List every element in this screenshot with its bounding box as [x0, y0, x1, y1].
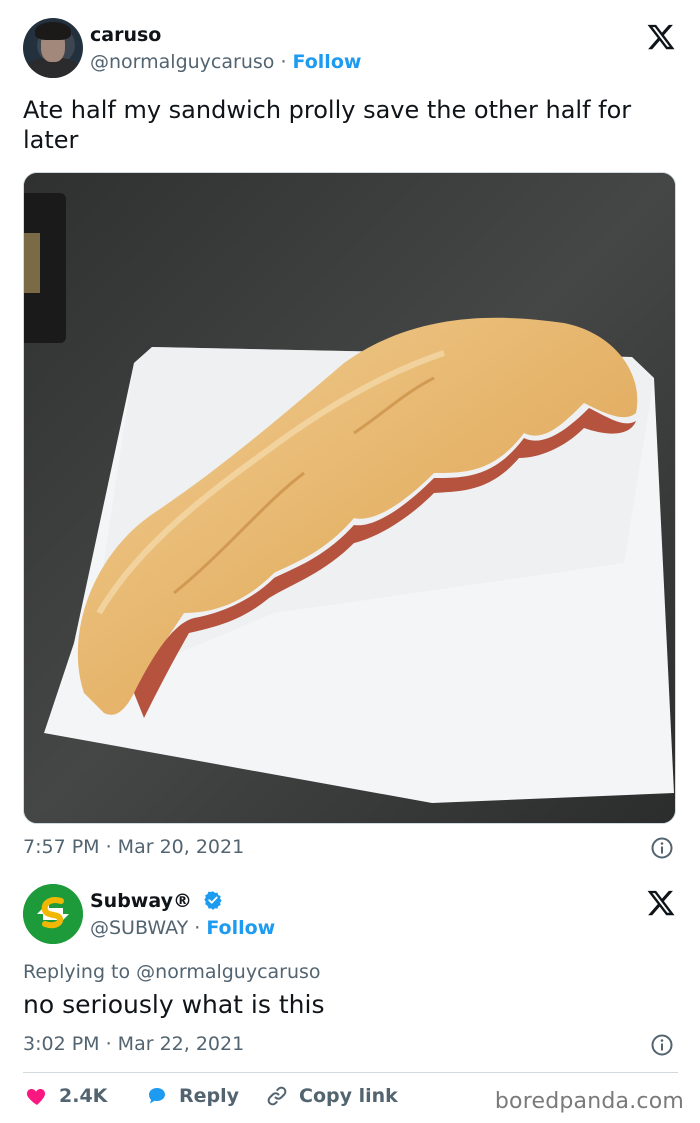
- replying-to-prefix: Replying to: [23, 961, 131, 983]
- separator-dot: ·: [280, 51, 287, 73]
- follow-button[interactable]: Follow: [293, 51, 362, 73]
- user-handle-row: @normalguycaruso · Follow: [90, 51, 361, 73]
- info-icon[interactable]: [650, 836, 674, 860]
- avatar-hair-shape: [35, 22, 71, 40]
- reply-label: Reply: [179, 1085, 240, 1107]
- x-logo-icon[interactable]: [646, 22, 676, 52]
- user-handle[interactable]: @normalguycaruso: [90, 51, 274, 73]
- reply-button[interactable]: Reply: [145, 1084, 239, 1108]
- reply-follow-button[interactable]: Follow: [206, 917, 275, 939]
- copy-link-button[interactable]: Copy link: [265, 1084, 398, 1108]
- reply-bubble-icon: [149, 1088, 165, 1104]
- link-icon: [267, 1086, 287, 1106]
- info-icon[interactable]: [650, 1033, 674, 1057]
- verified-badge-icon: [203, 891, 222, 910]
- watermark-text: boredpanda.com: [494, 1089, 684, 1114]
- tweet-text: Ate half my sandwich prolly save the oth…: [23, 96, 632, 154]
- separator-dot: ·: [194, 917, 201, 939]
- like-count: 2.4K: [59, 1085, 108, 1107]
- user-display-name[interactable]: caruso: [90, 24, 161, 46]
- tweet-timestamp[interactable]: 7:57 PM · Mar 20, 2021: [23, 836, 244, 858]
- reply-display-name[interactable]: Subway®: [90, 890, 192, 912]
- heart-icon: [26, 1089, 46, 1105]
- tweet-photo[interactable]: [23, 172, 676, 824]
- sandwich-photo-illustration: [24, 173, 675, 823]
- reply-handle-row: @SUBWAY · Follow: [90, 917, 275, 939]
- like-button[interactable]: 2.4K: [25, 1084, 107, 1108]
- reply-timestamp[interactable]: 3:02 PM · Mar 22, 2021: [23, 1033, 244, 1055]
- user-avatar[interactable]: [23, 18, 83, 78]
- copy-link-label: Copy link: [299, 1085, 398, 1107]
- subway-logo-graphic: [23, 884, 83, 944]
- replying-to-line: Replying to @normalguycaruso: [23, 961, 321, 983]
- reply-header: Subway® @SUBWAY · Follow: [23, 884, 678, 946]
- replying-to-mention[interactable]: @normalguycaruso: [136, 961, 320, 983]
- reply-text: no seriously what is this: [23, 990, 325, 1019]
- divider: [23, 1072, 678, 1073]
- reply-display-name-row: Subway®: [90, 890, 223, 912]
- reply-handle[interactable]: @SUBWAY: [90, 917, 188, 939]
- subway-logo-icon[interactable]: [23, 884, 83, 944]
- x-logo-icon[interactable]: [646, 888, 676, 918]
- tweet-header: caruso @normalguycaruso · Follow: [23, 18, 678, 80]
